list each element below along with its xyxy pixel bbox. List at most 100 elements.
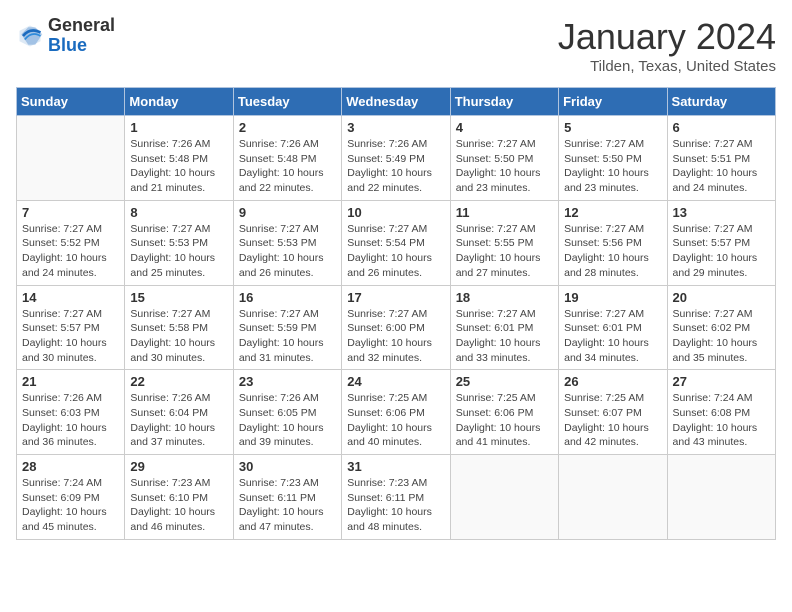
day-info: Sunrise: 7:26 AM Sunset: 6:05 PM Dayligh… — [239, 391, 336, 450]
day-header-friday: Friday — [559, 88, 667, 116]
day-number: 27 — [673, 374, 770, 389]
day-info: Sunrise: 7:23 AM Sunset: 6:11 PM Dayligh… — [347, 476, 444, 535]
logo: General Blue — [16, 16, 115, 56]
day-number: 11 — [456, 205, 553, 220]
calendar-cell: 22 Sunrise: 7:26 AM Sunset: 6:04 PM Dayli… — [125, 370, 233, 455]
calendar-cell: 4 Sunrise: 7:27 AM Sunset: 5:50 PM Daylig… — [450, 116, 558, 201]
day-info: Sunrise: 7:26 AM Sunset: 5:48 PM Dayligh… — [130, 137, 227, 196]
calendar-cell: 9 Sunrise: 7:27 AM Sunset: 5:53 PM Daylig… — [233, 200, 341, 285]
calendar-cell: 25 Sunrise: 7:25 AM Sunset: 6:06 PM Dayli… — [450, 370, 558, 455]
logo-icon — [16, 22, 44, 50]
logo-blue-text: Blue — [48, 35, 87, 55]
calendar-cell: 21Sunrise: 7:26 AM Sunset: 6:03 PM Dayli… — [17, 370, 125, 455]
day-number: 7 — [22, 205, 119, 220]
day-number: 1 — [130, 120, 227, 135]
day-number: 9 — [239, 205, 336, 220]
calendar-cell: 23 Sunrise: 7:26 AM Sunset: 6:05 PM Dayli… — [233, 370, 341, 455]
calendar-cell: 27 Sunrise: 7:24 AM Sunset: 6:08 PM Dayli… — [667, 370, 775, 455]
day-info: Sunrise: 7:27 AM Sunset: 5:50 PM Dayligh… — [564, 137, 661, 196]
day-header-thursday: Thursday — [450, 88, 558, 116]
day-info: Sunrise: 7:27 AM Sunset: 5:57 PM Dayligh… — [673, 222, 770, 281]
day-number: 17 — [347, 290, 444, 305]
day-info: Sunrise: 7:24 AM Sunset: 6:08 PM Dayligh… — [673, 391, 770, 450]
day-info: Sunrise: 7:27 AM Sunset: 6:02 PM Dayligh… — [673, 307, 770, 366]
day-header-wednesday: Wednesday — [342, 88, 450, 116]
day-info: Sunrise: 7:27 AM Sunset: 5:54 PM Dayligh… — [347, 222, 444, 281]
day-info: Sunrise: 7:23 AM Sunset: 6:10 PM Dayligh… — [130, 476, 227, 535]
day-number: 29 — [130, 459, 227, 474]
day-info: Sunrise: 7:23 AM Sunset: 6:11 PM Dayligh… — [239, 476, 336, 535]
calendar-cell: 16 Sunrise: 7:27 AM Sunset: 5:59 PM Dayli… — [233, 285, 341, 370]
calendar-cell: 28 Sunrise: 7:24 AM Sunset: 6:09 PM Dayli… — [17, 455, 125, 540]
calendar-cell: 2Sunrise: 7:26 AM Sunset: 5:48 PM Daylig… — [233, 116, 341, 201]
day-info: Sunrise: 7:26 AM Sunset: 6:04 PM Dayligh… — [130, 391, 227, 450]
day-number: 10 — [347, 205, 444, 220]
calendar-cell: 18 Sunrise: 7:27 AM Sunset: 6:01 PM Dayli… — [450, 285, 558, 370]
calendar-cell: 19 Sunrise: 7:27 AM Sunset: 6:01 PM Dayli… — [559, 285, 667, 370]
day-number: 6 — [673, 120, 770, 135]
day-info: Sunrise: 7:27 AM Sunset: 6:00 PM Dayligh… — [347, 307, 444, 366]
day-info: Sunrise: 7:27 AM Sunset: 5:50 PM Dayligh… — [456, 137, 553, 196]
calendar-cell: 12 Sunrise: 7:27 AM Sunset: 5:56 PM Dayli… — [559, 200, 667, 285]
day-number: 14 — [22, 290, 119, 305]
calendar-week-row: 21Sunrise: 7:26 AM Sunset: 6:03 PM Dayli… — [17, 370, 776, 455]
day-number: 18 — [456, 290, 553, 305]
day-info: Sunrise: 7:27 AM Sunset: 5:52 PM Dayligh… — [22, 222, 119, 281]
day-number: 16 — [239, 290, 336, 305]
title-block: January 2024 Tilden, Texas, United State… — [558, 16, 776, 75]
day-number: 13 — [673, 205, 770, 220]
day-number: 4 — [456, 120, 553, 135]
day-number: 5 — [564, 120, 661, 135]
day-header-saturday: Saturday — [667, 88, 775, 116]
day-info: Sunrise: 7:27 AM Sunset: 5:56 PM Dayligh… — [564, 222, 661, 281]
day-info: Sunrise: 7:27 AM Sunset: 5:58 PM Dayligh… — [130, 307, 227, 366]
day-number: 2 — [239, 120, 336, 135]
calendar-cell: 14 Sunrise: 7:27 AM Sunset: 5:57 PM Dayli… — [17, 285, 125, 370]
calendar-cell: 8Sunrise: 7:27 AM Sunset: 5:53 PM Daylig… — [125, 200, 233, 285]
day-number: 25 — [456, 374, 553, 389]
calendar-week-row: 14 Sunrise: 7:27 AM Sunset: 5:57 PM Dayli… — [17, 285, 776, 370]
day-number: 15 — [130, 290, 227, 305]
day-info: Sunrise: 7:27 AM Sunset: 5:53 PM Dayligh… — [239, 222, 336, 281]
calendar-header-row: SundayMondayTuesdayWednesdayThursdayFrid… — [17, 88, 776, 116]
day-number: 24 — [347, 374, 444, 389]
calendar-cell: 24Sunrise: 7:25 AM Sunset: 6:06 PM Dayli… — [342, 370, 450, 455]
day-number: 20 — [673, 290, 770, 305]
day-info: Sunrise: 7:25 AM Sunset: 6:06 PM Dayligh… — [456, 391, 553, 450]
day-info: Sunrise: 7:25 AM Sunset: 6:07 PM Dayligh… — [564, 391, 661, 450]
calendar-cell — [17, 116, 125, 201]
day-number: 30 — [239, 459, 336, 474]
day-info: Sunrise: 7:27 AM Sunset: 5:57 PM Dayligh… — [22, 307, 119, 366]
day-header-tuesday: Tuesday — [233, 88, 341, 116]
calendar-cell: 11 Sunrise: 7:27 AM Sunset: 5:55 PM Dayli… — [450, 200, 558, 285]
day-number: 19 — [564, 290, 661, 305]
day-info: Sunrise: 7:27 AM Sunset: 5:53 PM Dayligh… — [130, 222, 227, 281]
day-info: Sunrise: 7:27 AM Sunset: 5:59 PM Dayligh… — [239, 307, 336, 366]
calendar-cell: 13 Sunrise: 7:27 AM Sunset: 5:57 PM Dayli… — [667, 200, 775, 285]
calendar-cell — [450, 455, 558, 540]
day-number: 3 — [347, 120, 444, 135]
calendar-cell: 29 Sunrise: 7:23 AM Sunset: 6:10 PM Dayli… — [125, 455, 233, 540]
calendar-cell: 10 Sunrise: 7:27 AM Sunset: 5:54 PM Dayli… — [342, 200, 450, 285]
day-header-monday: Monday — [125, 88, 233, 116]
calendar-cell — [559, 455, 667, 540]
logo-general-text: General — [48, 15, 115, 35]
day-info: Sunrise: 7:27 AM Sunset: 6:01 PM Dayligh… — [564, 307, 661, 366]
calendar-cell: 26Sunrise: 7:25 AM Sunset: 6:07 PM Dayli… — [559, 370, 667, 455]
calendar-week-row: 28 Sunrise: 7:24 AM Sunset: 6:09 PM Dayli… — [17, 455, 776, 540]
day-info: Sunrise: 7:27 AM Sunset: 5:55 PM Dayligh… — [456, 222, 553, 281]
day-info: Sunrise: 7:27 AM Sunset: 6:01 PM Dayligh… — [456, 307, 553, 366]
day-number: 23 — [239, 374, 336, 389]
day-header-sunday: Sunday — [17, 88, 125, 116]
page-header: General Blue January 2024 Tilden, Texas,… — [16, 16, 776, 75]
calendar-week-row: 1 Sunrise: 7:26 AM Sunset: 5:48 PM Daylig… — [17, 116, 776, 201]
day-number: 22 — [130, 374, 227, 389]
calendar-cell: 31Sunrise: 7:23 AM Sunset: 6:11 PM Dayli… — [342, 455, 450, 540]
day-number: 12 — [564, 205, 661, 220]
day-number: 21 — [22, 374, 119, 389]
calendar-cell: 5 Sunrise: 7:27 AM Sunset: 5:50 PM Daylig… — [559, 116, 667, 201]
day-info: Sunrise: 7:24 AM Sunset: 6:09 PM Dayligh… — [22, 476, 119, 535]
calendar-cell: 17 Sunrise: 7:27 AM Sunset: 6:00 PM Dayli… — [342, 285, 450, 370]
day-number: 28 — [22, 459, 119, 474]
calendar-cell: 7 Sunrise: 7:27 AM Sunset: 5:52 PM Daylig… — [17, 200, 125, 285]
